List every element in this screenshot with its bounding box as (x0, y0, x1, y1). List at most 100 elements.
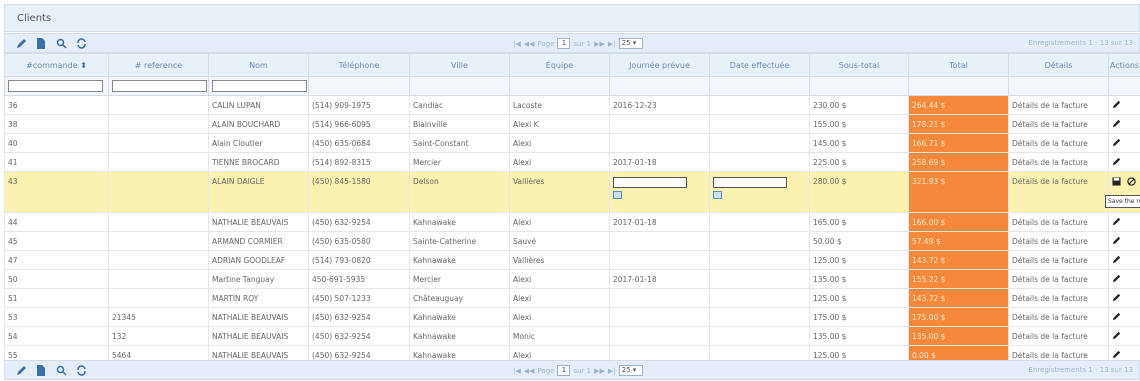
cell-details[interactable]: Détails de la facture (1008, 326, 1109, 346)
sort-icon[interactable]: ⬍ (80, 61, 87, 70)
pencil-icon[interactable] (15, 37, 27, 49)
records-count: Enregistrements 1 - 13 sur 13 (1028, 39, 1133, 47)
magnifier-icon[interactable] (55, 37, 67, 49)
calendar-icon[interactable] (613, 191, 622, 199)
cell-commande: 40 (4, 133, 109, 153)
table-row[interactable]: 38 ALAIN BOUCHARD (514) 966-6095 Blainville… (4, 114, 1140, 134)
cell-date (709, 326, 810, 346)
table-row[interactable]: 54 132 NATHALIE BEAUVAIS (450) 632-9254 Kahn… (4, 326, 1140, 346)
cell-ville: Mercier (409, 269, 510, 289)
edit-row-icon[interactable] (1112, 100, 1121, 111)
cell-details[interactable]: Détails de la facture (1008, 288, 1109, 308)
col-header-date[interactable]: Date effectuée (709, 53, 810, 77)
edit-journee-input[interactable] (613, 177, 687, 188)
cancel-icon[interactable] (1127, 177, 1136, 188)
cell-actions (1108, 231, 1140, 251)
cell-details[interactable]: Détails de la facture (1008, 152, 1109, 172)
page-input[interactable]: 1 (557, 365, 571, 376)
cell-commande: 51 (4, 288, 109, 308)
cell-details[interactable]: Détails de la facture (1008, 114, 1109, 134)
cell-details[interactable]: Détails de la facture (1008, 269, 1109, 289)
table-row[interactable]: 40 Alain Cloutier (450) 635-0684 Saint-Cons… (4, 133, 1140, 153)
filter-nom-input[interactable] (212, 80, 307, 92)
edit-row-icon[interactable] (1112, 119, 1121, 130)
first-page-icon[interactable]: |◀ (513, 40, 521, 48)
filter-commande-input[interactable] (8, 80, 103, 92)
filter-reference-input[interactable] (112, 80, 207, 92)
rows-per-page-select[interactable]: 25 ▾ (618, 365, 643, 376)
magnifier-icon[interactable] (55, 364, 67, 376)
table-row[interactable]: 45 ARMAND CORMIER (450) 635-0580 Sainte-Cat… (4, 231, 1140, 251)
next-page-icon[interactable]: ▶▶ (594, 367, 605, 375)
filter-row (4, 76, 1140, 96)
cell-reference (108, 152, 209, 172)
cell-nom: ALAIN DAIGLE (208, 171, 309, 213)
col-header-details[interactable]: Détails (1008, 53, 1109, 77)
calendar-icon[interactable] (713, 191, 722, 199)
page-of-label: sur 1 (573, 366, 592, 375)
cell-nom: NATHALIE BEAUVAIS (208, 326, 309, 346)
col-header-telephone[interactable]: Téléphone (308, 53, 410, 77)
cell-commande: 45 (4, 231, 109, 251)
cell-details[interactable]: Détails de la facture (1008, 133, 1109, 153)
table-row[interactable]: 44 NATHALIE BEAUVAIS (450) 632-9254 Kahnawa… (4, 212, 1140, 232)
edit-date-input[interactable] (713, 177, 787, 188)
last-page-icon[interactable]: ▶| (608, 40, 616, 48)
col-header-commande[interactable]: #commande ⬍ (4, 53, 109, 77)
pencil-icon[interactable] (15, 364, 27, 376)
save-icon[interactable] (1112, 177, 1121, 188)
table-row-editing[interactable]: 43 ALAIN DAIGLE (450) 845-1580 Delson Valliè… (4, 171, 1140, 213)
cell-total: 321.93 $ (908, 171, 1009, 213)
prev-page-icon[interactable]: ◀◀ (524, 367, 535, 375)
cell-reference: 132 (108, 326, 209, 346)
table-row[interactable]: 41 TIENNE BROCARD (514) 892-8315 Mercier Ale… (4, 152, 1140, 172)
table-row[interactable]: 50 Martine Tanguay 450-691-5935 Mercier Alex… (4, 269, 1140, 289)
cell-details[interactable]: Détails de la facture (1008, 307, 1109, 327)
first-page-icon[interactable]: |◀ (513, 367, 521, 375)
cell-details[interactable]: Détails de la facture (1008, 171, 1109, 213)
cell-details[interactable]: Détails de la facture (1008, 95, 1109, 115)
clients-table: #commande ⬍ # reference Nom Téléphone Vi… (4, 53, 1140, 365)
edit-row-icon[interactable] (1112, 274, 1121, 285)
table-row[interactable]: 51 MARTIN ROY (450) 507-1233 Châteauguay Ale… (4, 288, 1140, 308)
edit-row-icon[interactable] (1112, 236, 1121, 247)
next-page-icon[interactable]: ▶▶ (594, 40, 605, 48)
col-header-reference[interactable]: # reference (108, 53, 209, 77)
cell-nom: Alain Cloutier (208, 133, 309, 153)
edit-row-icon[interactable] (1112, 157, 1121, 168)
col-header-ville[interactable]: Ville (409, 53, 510, 77)
grid-titlebar: Clients (4, 4, 1140, 32)
cell-details[interactable]: Détails de la facture (1008, 250, 1109, 270)
edit-row-icon[interactable] (1112, 138, 1121, 149)
col-header-journee[interactable]: Journée prévue (609, 53, 710, 77)
cell-ville: Kahnawake (409, 250, 510, 270)
table-row[interactable]: 36 CALIN LUPAN (514) 909-1975 Candiac Lacost… (4, 95, 1140, 115)
cell-actions (1108, 212, 1140, 232)
document-icon[interactable] (35, 364, 47, 376)
edit-row-icon[interactable] (1112, 312, 1121, 323)
cell-details[interactable]: Détails de la facture (1008, 212, 1109, 232)
rows-per-page-select[interactable]: 25 ▾ (618, 38, 643, 49)
col-header-total[interactable]: Total (908, 53, 1009, 77)
cell-details[interactable]: Détails de la facture (1008, 231, 1109, 251)
col-header-equipe[interactable]: Équipe (509, 53, 610, 77)
table-row[interactable]: 53 21345 NATHALIE BEAUVAIS (450) 632-9254 Ka… (4, 307, 1140, 327)
table-row[interactable]: 47 ADRIAN GOODLEAF (514) 793-0820 Kahnawake… (4, 250, 1140, 270)
last-page-icon[interactable]: ▶| (608, 367, 616, 375)
document-icon[interactable] (35, 37, 47, 49)
col-header-nom[interactable]: Nom (208, 53, 309, 77)
refresh-icon[interactable] (75, 37, 87, 49)
cell-actions (1108, 152, 1140, 172)
cell-equipe: Sauvé (509, 231, 610, 251)
page-input[interactable]: 1 (557, 38, 571, 49)
cell-total: 166.00 $ (908, 212, 1009, 232)
cell-soustotal: 230.00 $ (809, 95, 909, 115)
cell-reference (108, 114, 209, 134)
col-header-soustotal[interactable]: Sous-total (809, 53, 909, 77)
edit-row-icon[interactable] (1112, 255, 1121, 266)
edit-row-icon[interactable] (1112, 293, 1121, 304)
refresh-icon[interactable] (75, 364, 87, 376)
edit-row-icon[interactable] (1112, 217, 1121, 228)
edit-row-icon[interactable] (1112, 331, 1121, 342)
prev-page-icon[interactable]: ◀◀ (524, 40, 535, 48)
